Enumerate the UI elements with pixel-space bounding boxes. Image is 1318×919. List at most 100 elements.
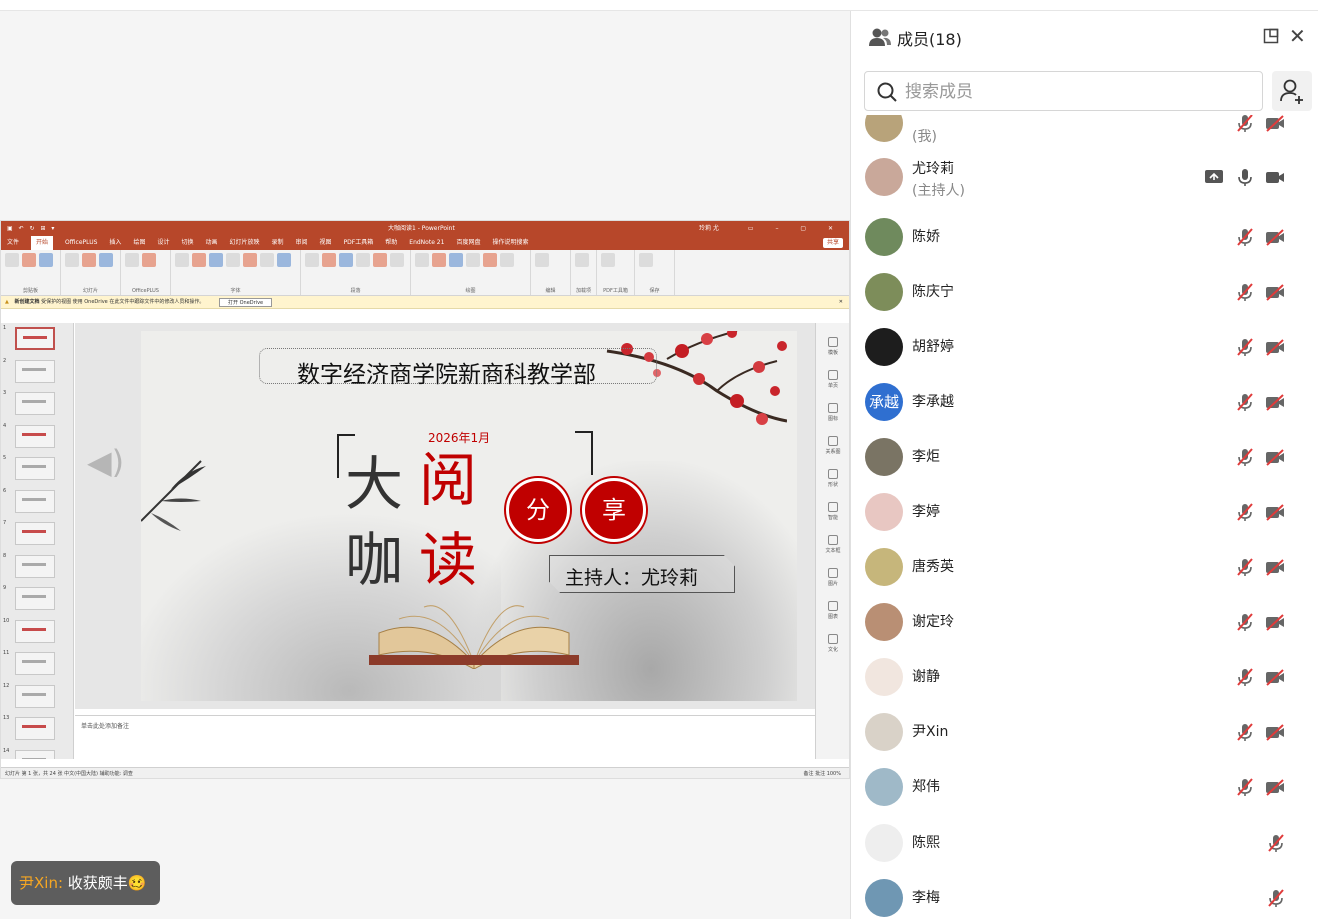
camera-off-icon[interactable] [1264,391,1286,413]
status-right[interactable]: 备注 批注 100% [804,768,841,778]
ppt-tab[interactable]: 开始 [31,236,54,250]
ribbon-button-icon[interactable] [535,253,549,267]
taskpane-item[interactable]: 形状 [816,469,849,488]
ribbon-button-icon[interactable] [500,253,514,267]
taskpane-item[interactable]: 图标 [816,403,849,422]
slide-thumbnail[interactable]: 7 [1,518,73,551]
ppt-tab[interactable]: OfficePLUS [65,236,97,250]
taskpane-item[interactable]: 模板 [816,337,849,356]
ribbon-button-icon[interactable] [639,253,653,267]
ribbon-button-icon[interactable] [22,253,36,267]
microphone-muted-icon[interactable] [1234,281,1256,303]
microphone-muted-icon[interactable] [1234,446,1256,468]
ribbon-button-icon[interactable] [432,253,446,267]
ppt-tab[interactable]: 百度网盘 [456,236,480,250]
camera-off-icon[interactable] [1264,666,1286,688]
microphone-muted-icon[interactable] [1234,226,1256,248]
chat-bubble[interactable]: 尹Xin: 收获颇丰🥴 [11,861,160,905]
ribbon-button-icon[interactable] [322,253,336,267]
microphone-muted-icon[interactable] [1234,336,1256,358]
taskpane-item[interactable]: 文本框 [816,535,849,554]
slide-thumbnail[interactable]: 12 [1,681,73,714]
ppt-tab[interactable]: PDF工具箱 [344,236,374,250]
ribbon-button-icon[interactable] [390,253,404,267]
ppt-tab[interactable]: 幻灯片放映 [230,236,260,250]
ribbon-button-icon[interactable] [483,253,497,267]
member-row[interactable]: 承越 李承越 [851,374,1318,429]
microphone-muted-icon[interactable] [1265,832,1287,854]
ribbon-button-icon[interactable] [5,253,19,267]
microphone-muted-icon[interactable] [1234,666,1256,688]
ribbon-button-icon[interactable] [415,253,429,267]
slide-thumbnail[interactable]: 9 [1,583,73,616]
ppt-tab[interactable]: 录制 [272,236,284,250]
open-onedrive-button[interactable]: 打开 OneDrive [219,298,273,307]
microphone-muted-icon[interactable] [1234,501,1256,523]
ribbon-button-icon[interactable] [209,253,223,267]
ribbon-button-icon[interactable] [277,253,291,267]
camera-off-icon[interactable] [1264,226,1286,248]
ppt-tab[interactable]: 审阅 [296,236,308,250]
ribbon-button-icon[interactable] [466,253,480,267]
ribbon-button-icon[interactable] [243,253,257,267]
ribbon-button-icon[interactable] [339,253,353,267]
ribbon-button-icon[interactable] [449,253,463,267]
slide-thumbnail[interactable]: 2 [1,356,73,389]
ppt-tab[interactable]: 切换 [181,236,193,250]
camera-off-icon[interactable] [1264,776,1286,798]
slide-thumbnail[interactable]: 10 [1,616,73,649]
ribbon-button-icon[interactable] [65,253,79,267]
member-row[interactable]: 谢静 [851,649,1318,704]
member-row[interactable]: 李梅 [851,870,1318,919]
popout-icon[interactable] [1263,28,1279,44]
taskpane-item[interactable]: 关系图 [816,436,849,455]
close-icon[interactable]: ✕ [1289,26,1306,46]
ribbon-button-icon[interactable] [99,253,113,267]
ppt-tab[interactable]: 帮助 [385,236,397,250]
ribbon-button-icon[interactable] [192,253,206,267]
member-row[interactable]: 郑伟 [851,759,1318,814]
member-row[interactable]: 尹Xin [851,704,1318,759]
camera-off-icon[interactable] [1264,115,1286,134]
slide-thumbnail[interactable]: 13 [1,713,73,746]
microphone-muted-icon[interactable] [1234,115,1256,134]
member-row[interactable]: 陈庆宁 [851,264,1318,319]
microphone-muted-icon[interactable] [1234,721,1256,743]
notes-pane[interactable]: 单击此处添加备注 [75,715,815,759]
ribbon-button-icon[interactable] [39,253,53,267]
ppt-tab[interactable]: 动画 [205,236,217,250]
taskpane-item[interactable]: 单页 [816,370,849,389]
microphone-muted-icon[interactable] [1234,611,1256,633]
quick-access-toolbar[interactable]: ▣ ↶ ↻ ⊞ ▾ [7,221,56,236]
slide-thumbnail[interactable]: 11 [1,648,73,681]
slide-thumbnail[interactable]: 14 [1,746,73,759]
ribbon-button-icon[interactable] [226,253,240,267]
camera-off-icon[interactable] [1264,446,1286,468]
member-row[interactable]: 李炬 [851,429,1318,484]
member-row[interactable]: 李婷 [851,484,1318,539]
member-row[interactable]: 尤玲莉 (主持人) [851,149,1318,204]
member-row[interactable]: 陈娇 [851,209,1318,264]
camera-off-icon[interactable] [1264,501,1286,523]
member-row[interactable]: 唐秀英 [851,539,1318,594]
ppt-tab[interactable]: 绘图 [133,236,145,250]
ribbon-button-icon[interactable] [142,253,156,267]
ribbon-button-icon[interactable] [373,253,387,267]
ppt-tab[interactable]: 文件 [7,236,19,250]
ribbon-button-icon[interactable] [575,253,589,267]
camera-off-icon[interactable] [1264,556,1286,578]
member-row[interactable]: 胡舒婷 [851,319,1318,374]
ppt-user-name[interactable]: 玲莉 尤 [699,221,719,236]
taskpane-item[interactable]: 智能 [816,502,849,521]
taskpane-item[interactable]: 图表 [816,601,849,620]
ppt-tab[interactable]: 设计 [157,236,169,250]
ppt-tab[interactable]: 操作说明搜索 [492,236,528,250]
close-icon[interactable]: ✕ [839,296,843,309]
slide-thumbnail[interactable]: 4 [1,421,73,454]
taskpane-item[interactable]: 文化 [816,634,849,653]
slide-thumbnail[interactable]: 8 [1,551,73,584]
camera-off-icon[interactable] [1264,281,1286,303]
search-input[interactable] [905,78,1245,106]
ribbon-button-icon[interactable] [601,253,615,267]
member-row[interactable]: 谢定玲 [851,594,1318,649]
